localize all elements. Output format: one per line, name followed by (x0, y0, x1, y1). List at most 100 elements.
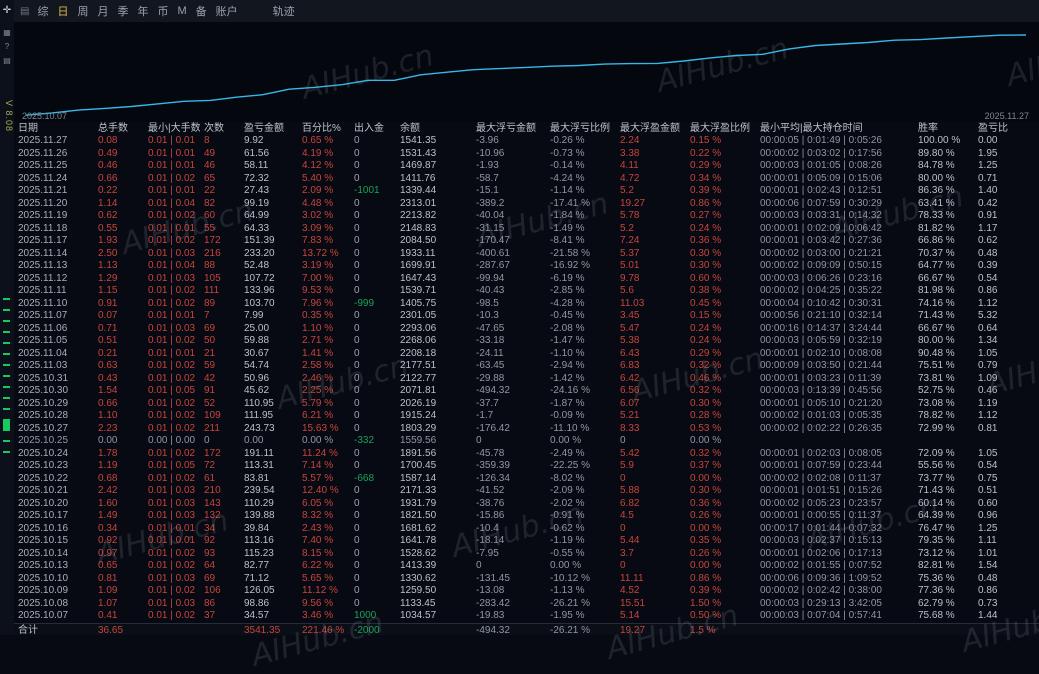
cell: -494.32 (472, 622, 546, 635)
cell: 0 (354, 260, 360, 271)
table-row[interactable]: 2025.11.27 0.08 0.01 | 0.01 8 9.92 0.65 % 0 154… (14, 135, 1039, 148)
column-header[interactable]: 次数 (200, 122, 240, 135)
cell: -26.21 % (546, 622, 616, 635)
column-header[interactable]: 最大浮亏金额 (472, 122, 546, 135)
table-row[interactable]: 2025.10.30 1.54 0.01 | 0.05 91 45.62 2.25 % 0 2… (14, 385, 1039, 398)
table-row[interactable]: 2025.10.10 0.81 0.01 | 0.03 69 71.12 5.65 % 0 1… (14, 573, 1039, 586)
table-row[interactable]: 2025.10.23 1.19 0.01 | 0.05 72 113.31 7.14 % 0… (14, 460, 1039, 473)
table-row[interactable]: 2025.10.22 0.68 0.01 | 0.02 61 83.81 5.57 % -6… (14, 473, 1039, 486)
column-header[interactable]: 总手数 (94, 122, 144, 135)
table-row[interactable]: 2025.10.24 1.78 0.01 | 0.02 172 191.11 11.24 … (14, 448, 1039, 461)
menu-item-季[interactable]: 季 (117, 3, 128, 19)
table-row[interactable]: 2025.10.15 0.92 0.01 | 0.01 92 113.16 7.40 % 0… (14, 535, 1039, 548)
table-row[interactable]: 2025.10.21 2.42 0.01 | 0.03 210 239.54 12.40 … (14, 485, 1039, 498)
table-row[interactable]: 2025.10.25 0.00 0.00 | 0.00 0 0.00 0.00 % -332… (14, 435, 1039, 448)
cell: 00:00:03 | 0:02:37 | 0:15:13 (760, 535, 882, 546)
cell: 0.35 % (302, 310, 334, 321)
menu-item-日[interactable]: 日 (57, 3, 68, 19)
menu-item-M[interactable]: M (177, 5, 186, 17)
table-row[interactable]: 2025.11.21 0.22 0.01 | 0.01 22 27.43 2.09 % -1… (14, 185, 1039, 198)
menu-item-备[interactable]: 备 (196, 3, 207, 19)
table-row[interactable]: 2025.11.11 1.15 0.01 | 0.02 111 133.96 9.53 %… (14, 285, 1039, 298)
table-row[interactable]: 2025.11.20 1.14 0.01 | 0.04 82 99.19 4.48 % 0 2… (14, 198, 1039, 211)
cell: 216 (204, 247, 221, 259)
table-row[interactable]: 2025.11.10 0.91 0.01 | 0.02 89 103.70 7.96 % -… (14, 298, 1039, 311)
column-header[interactable]: 最小|大手数 (144, 122, 200, 135)
cell: 9.92 (244, 135, 264, 146)
table-row[interactable]: 2025.11.24 0.66 0.01 | 0.02 65 72.32 5.40 % 0 1… (14, 173, 1039, 186)
menu-item-综[interactable]: 综 (37, 3, 48, 19)
cell: 00:00:03 | 0:03:31 | 0:14:32 (760, 210, 882, 221)
column-header[interactable]: 百分比% (298, 122, 350, 135)
cell: 72.09 % (918, 447, 955, 459)
menu-item-币[interactable]: 币 (157, 3, 168, 19)
column-header[interactable]: 盈亏金额 (240, 122, 298, 135)
cell: 00:00:01 | 0:02:03 | 0:08:05 (760, 447, 882, 459)
table-row[interactable]: 2025.10.17 1.49 0.01 | 0.03 132 139.88 8.32 %… (14, 510, 1039, 523)
column-header[interactable]: 余额 (396, 122, 472, 135)
table-row[interactable]: 2025.11.25 0.46 0.01 | 0.01 46 58.11 4.12 % 0 1… (14, 160, 1039, 173)
table-row[interactable]: 2025.10.28 1.10 0.01 | 0.02 109 111.95 6.21 %… (14, 410, 1039, 423)
cell: 98.86 (244, 597, 270, 609)
table-row[interactable]: 2025.10.13 0.65 0.01 | 0.02 64 82.77 6.22 % 0 1… (14, 560, 1039, 573)
cell: 2025.11.04 (18, 347, 68, 359)
table-row[interactable]: 2025.11.14 2.50 0.01 | 0.03 216 233.20 13.72 … (14, 248, 1039, 261)
column-header[interactable]: 胜率 (914, 122, 974, 135)
tick-mark (3, 320, 10, 322)
cell: 0.26 % (690, 510, 722, 521)
table-row[interactable]: 2025.10.27 2.23 0.01 | 0.02 211 243.73 15.63 … (14, 423, 1039, 436)
layers-icon[interactable]: ▤ (0, 54, 14, 67)
cell: 00:00:17 | 0:01:44 | 0:07:32 (760, 522, 882, 534)
table-row[interactable]: 2025.11.19 0.62 0.01 | 0.02 60 64.99 3.02 % 0 2… (14, 210, 1039, 223)
table-row[interactable]: 2025.11.04 0.21 0.01 | 0.01 21 30.67 1.41 % 0 2… (14, 348, 1039, 361)
cell: 5.2 (620, 222, 634, 234)
cell: 86.36 % (918, 185, 955, 196)
menu-item-月[interactable]: 月 (97, 3, 108, 19)
column-header[interactable]: 最大浮盈比例 (686, 122, 756, 135)
column-header[interactable]: 出入金 (350, 122, 396, 135)
column-header[interactable]: 最大浮亏比例 (546, 122, 616, 135)
table-row[interactable]: 2025.11.17 1.93 0.01 | 0.02 172 151.39 7.83 %… (14, 235, 1039, 248)
column-header[interactable]: 日期 (14, 122, 94, 135)
table-row[interactable]: 2025.10.20 1.60 0.01 | 0.03 143 110.29 6.05 %… (14, 498, 1039, 511)
cell: 2025.10.22 (18, 472, 69, 484)
help-icon[interactable]: ? (0, 40, 14, 53)
table-row[interactable]: 2025.11.13 1.13 0.01 | 0.04 88 52.48 3.19 % 0 1… (14, 260, 1039, 273)
cell: 100.00 % (918, 135, 961, 146)
cell: -22.25 % (550, 460, 591, 471)
table-row[interactable]: 2025.11.06 0.71 0.01 | 0.03 69 25.00 1.10 % 0 2… (14, 323, 1039, 336)
table-row[interactable]: 2025.11.05 0.51 0.01 | 0.02 50 59.88 2.71 % 0 2… (14, 335, 1039, 348)
table-row[interactable]: 2025.11.12 1.29 0.01 | 0.03 105 107.72 7.00 %… (14, 273, 1039, 286)
menu-item-周[interactable]: 周 (77, 3, 88, 19)
table-row[interactable]: 2025.10.29 0.66 0.01 | 0.02 52 110.95 5.79 % 0… (14, 398, 1039, 411)
cell: 0.91 (98, 297, 118, 309)
tick-mark (3, 375, 10, 377)
cell: 0.01 | 0.03 (148, 497, 196, 509)
column-header[interactable]: 盈亏比 (974, 122, 1039, 135)
table-row[interactable]: 2025.11.26 0.49 0.01 | 0.01 49 61.56 4.19 % 0 1… (14, 148, 1039, 161)
cell: -8.41 % (550, 235, 585, 246)
menu-item-年[interactable]: 年 (137, 3, 148, 19)
table-row[interactable]: 2025.10.07 0.41 0.01 | 0.02 37 34.57 3.46 % 10… (14, 610, 1039, 623)
table-row[interactable]: 2025.11.07 0.07 0.01 | 0.01 7 7.99 0.35 % 0 230… (14, 310, 1039, 323)
table-row[interactable]: 2025.10.16 0.34 0.01 | 0.01 34 39.84 2.43 % 0 1… (14, 523, 1039, 536)
table-row[interactable]: 2025.11.03 0.63 0.01 | 0.02 59 54.74 2.58 % 0 2… (14, 360, 1039, 373)
menu-list-icon[interactable]: ▤ (20, 6, 29, 17)
cell: 80.00 % (918, 335, 955, 346)
menu-item-轨迹[interactable]: 轨迹 (273, 3, 295, 19)
table-row[interactable]: 2025.10.14 0.97 0.01 | 0.02 93 115.23 8.15 % 0… (14, 548, 1039, 561)
cell: 64.39 % (918, 510, 955, 521)
table-row[interactable]: 2025.11.18 0.55 0.01 | 0.01 55 64.33 3.09 % 0 2… (14, 223, 1039, 236)
move-icon[interactable]: ✛ (0, 0, 14, 22)
column-header[interactable]: 最大浮盈金额 (616, 122, 686, 135)
cell: 5.57 % (302, 472, 334, 484)
chart-panel-icon[interactable]: ▦ (0, 26, 14, 39)
menu-item-账户[interactable]: 账户 (216, 3, 238, 19)
table-row[interactable]: 2025.10.08 1.07 0.01 | 0.03 86 98.86 9.56 % 0 1… (14, 598, 1039, 611)
cell: -400.61 (476, 247, 510, 259)
table-row[interactable]: 2025.10.31 0.43 0.01 | 0.02 42 50.96 2.46 % 0 2… (14, 373, 1039, 386)
cell: 39.84 (244, 522, 270, 534)
cell: 0 (354, 272, 360, 284)
column-header[interactable]: 最小平均|最大持仓时间 (756, 122, 914, 135)
table-row[interactable]: 2025.10.09 1.09 0.01 | 0.02 106 126.05 11.12 … (14, 585, 1039, 598)
